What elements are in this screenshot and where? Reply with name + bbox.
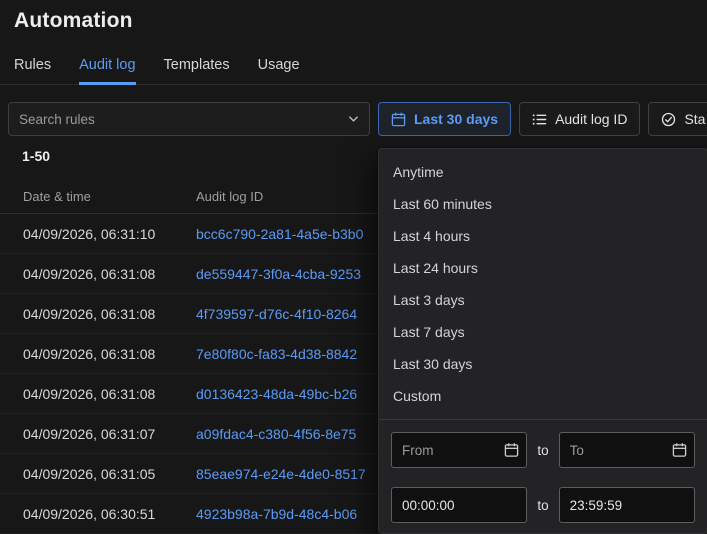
time-option-last-30-days[interactable]: Last 30 days	[379, 348, 707, 380]
cell-datetime: 04/09/2026, 06:31:08	[23, 345, 156, 362]
time-option-anytime[interactable]: Anytime	[379, 156, 707, 188]
chevron-down-icon	[348, 114, 359, 125]
audit-log-id-link[interactable]: a09fdac4-c380-4f56-8e75	[196, 426, 356, 442]
audit-log-id-link[interactable]: 4923b98a-7b9d-48c4-b06	[196, 506, 357, 522]
tab-templates[interactable]: Templates	[164, 57, 230, 85]
cell-datetime: 04/09/2026, 06:31:10	[23, 225, 156, 242]
audit-log-id-link[interactable]: de559447-3f0a-4cba-9253	[196, 266, 361, 282]
cell-datetime: 04/09/2026, 06:31:05	[23, 465, 156, 482]
cell-datetime: 04/09/2026, 06:31:08	[23, 265, 156, 282]
audit-log-id-link[interactable]: bcc6c790-2a81-4a5e-b3b0	[196, 226, 363, 242]
date-from-field	[391, 432, 528, 468]
search-select[interactable]	[8, 102, 370, 136]
date-range-row: to	[391, 432, 696, 468]
time-option-last-4-hours[interactable]: Last 4 hours	[379, 220, 707, 252]
calendar-icon	[391, 112, 406, 127]
audit-log-id-filter-button[interactable]: Audit log ID	[519, 102, 641, 136]
search-input[interactable]	[9, 103, 369, 135]
filters-toolbar: Last 30 days Audit log ID Sta	[8, 102, 707, 136]
range-separator-label: to	[537, 442, 549, 458]
time-to-field	[558, 487, 696, 523]
time-range-button-label: Last 30 days	[414, 111, 499, 127]
status-filter-button[interactable]: Sta	[648, 102, 707, 136]
time-option-custom[interactable]: Custom	[379, 380, 707, 412]
tab-bar: Rules Audit log Templates Usage	[0, 57, 707, 85]
page-title: Automation	[14, 9, 133, 32]
time-option-last-3-days[interactable]: Last 3 days	[379, 284, 707, 316]
time-range-row: to	[391, 487, 696, 523]
tab-audit-log[interactable]: Audit log	[79, 57, 136, 85]
cell-datetime: 04/09/2026, 06:31:08	[23, 385, 156, 402]
tab-usage[interactable]: Usage	[258, 57, 300, 85]
time-option-last-7-days[interactable]: Last 7 days	[379, 316, 707, 348]
audit-log-id-link[interactable]: 4f739597-d76c-4f10-8264	[196, 306, 357, 322]
time-from-field	[391, 487, 528, 523]
tab-rules[interactable]: Rules	[14, 57, 51, 85]
cell-datetime: 04/09/2026, 06:31:07	[23, 425, 156, 442]
time-to-input[interactable]	[558, 487, 696, 523]
audit-log-id-link[interactable]: 7e80f80c-fa83-4d38-8842	[196, 346, 357, 362]
time-range-options: Anytime Last 60 minutes Last 4 hours Las…	[379, 149, 707, 419]
cell-datetime: 04/09/2026, 06:31:08	[23, 305, 156, 322]
status-filter-label: Sta	[684, 111, 706, 127]
audit-log-id-link[interactable]: d0136423-48da-49bc-b26	[196, 386, 357, 402]
time-option-last-24-hours[interactable]: Last 24 hours	[379, 252, 707, 284]
time-range-button[interactable]: Last 30 days	[378, 102, 512, 136]
list-icon	[532, 112, 547, 127]
audit-log-id-filter-label: Audit log ID	[555, 111, 628, 127]
check-circle-icon	[661, 112, 676, 127]
time-from-input[interactable]	[391, 487, 528, 523]
column-header-date-time[interactable]: Date & time	[23, 189, 196, 204]
automation-page: Automation Rules Audit log Templates Usa…	[0, 8, 707, 534]
time-range-dropdown: Anytime Last 60 minutes Last 4 hours Las…	[378, 148, 707, 534]
date-to-field	[558, 432, 696, 468]
custom-range-section: to to	[379, 419, 707, 533]
audit-log-id-link[interactable]: 85eae974-e24e-4de0-8517	[196, 466, 366, 482]
range-separator-label: to	[537, 497, 549, 513]
calendar-icon[interactable]	[672, 443, 687, 458]
calendar-icon[interactable]	[504, 443, 519, 458]
cell-datetime: 04/09/2026, 06:30:51	[23, 505, 156, 522]
time-option-last-60-minutes[interactable]: Last 60 minutes	[379, 188, 707, 220]
